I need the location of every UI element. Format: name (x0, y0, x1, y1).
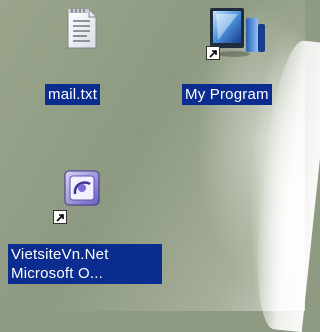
desktop-icon-vietsitevn-office[interactable]: VietsiteVn.Net Microsoft O... (8, 168, 168, 298)
shortcut-arrow-icon (206, 46, 220, 60)
office-shortcut-icon (64, 170, 100, 206)
icon-label-line-1: VietsiteVn.Net (11, 246, 109, 263)
icon-label-line-2: Microsoft O... (11, 265, 103, 282)
icon-label-vietsitevn-office: VietsiteVn.Net Microsoft O... (8, 244, 162, 284)
icon-label-my-program: My Program (182, 84, 272, 105)
desktop-background: mail.txt My Program VietsiteVn.Net Micro… (0, 0, 320, 332)
shortcut-arrow-icon (53, 210, 67, 224)
desktop-icon-mail-txt[interactable]: mail.txt (40, 6, 130, 108)
text-file-icon (67, 8, 97, 49)
desktop-icon-my-program[interactable]: My Program (180, 6, 302, 108)
icon-label-mail-txt: mail.txt (45, 84, 101, 105)
